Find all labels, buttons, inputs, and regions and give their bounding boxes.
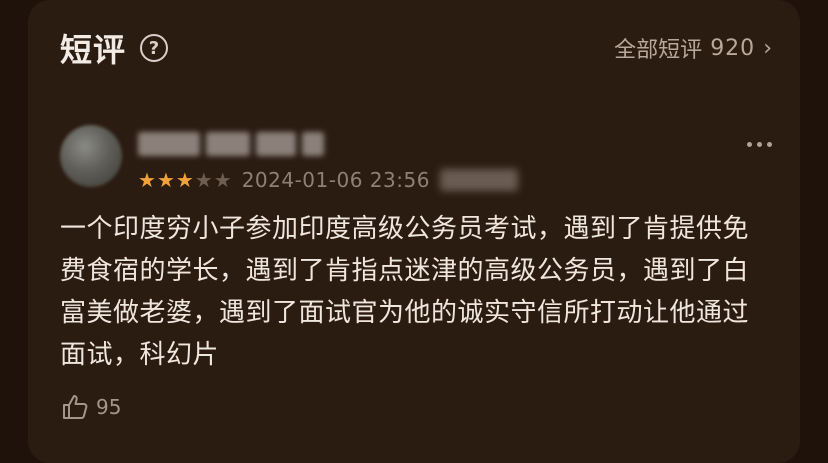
- more-dots-icon[interactable]: [747, 142, 772, 147]
- blur-block: [138, 132, 200, 156]
- username-blurred[interactable]: [138, 130, 328, 158]
- question-circle-icon[interactable]: ?: [140, 34, 169, 62]
- star-filled-icon: ★: [138, 168, 156, 192]
- review-date: 2024-01-06 23:56: [241, 168, 430, 192]
- section-title: 短评: [60, 31, 127, 69]
- like-button[interactable]: 95: [60, 392, 121, 422]
- title-wrap: 短评 ?: [60, 25, 169, 71]
- all-reviews-label: 全部短评: [614, 38, 703, 63]
- review-content: 一个印度穷小子参加印度高级公务员考试，遇到了肯提供免费食宿的学长，遇到了肯指点迷…: [60, 214, 750, 370]
- star-filled-icon: ★: [156, 168, 175, 192]
- chevron-right-icon: ›: [763, 35, 772, 61]
- location-blurred: [439, 169, 518, 191]
- card-header: 短评 ? 全部短评 920 ›: [60, 20, 772, 76]
- all-reviews-count: 920: [710, 35, 756, 61]
- short-reviews-card: 短评 ? 全部短评 920 › ★ ★ ★ ★ ★ 2024-01-06 23:56 一…: [28, 0, 800, 463]
- like-count: 95: [96, 395, 122, 419]
- blur-block: [302, 132, 324, 156]
- avatar[interactable]: [60, 125, 122, 187]
- star-empty-icon: ★: [213, 168, 232, 192]
- blur-block: [206, 132, 250, 156]
- rating-stars: ★ ★ ★ ★ ★: [138, 170, 232, 190]
- all-reviews-link[interactable]: 全部短评 920 ›: [614, 32, 772, 64]
- review-meta: ★ ★ ★ ★ ★ 2024-01-06 23:56: [138, 168, 518, 192]
- star-empty-icon: ★: [194, 168, 213, 192]
- star-filled-icon: ★: [175, 168, 194, 192]
- blur-block: [256, 132, 296, 156]
- thumbs-up-icon: [63, 395, 88, 419]
